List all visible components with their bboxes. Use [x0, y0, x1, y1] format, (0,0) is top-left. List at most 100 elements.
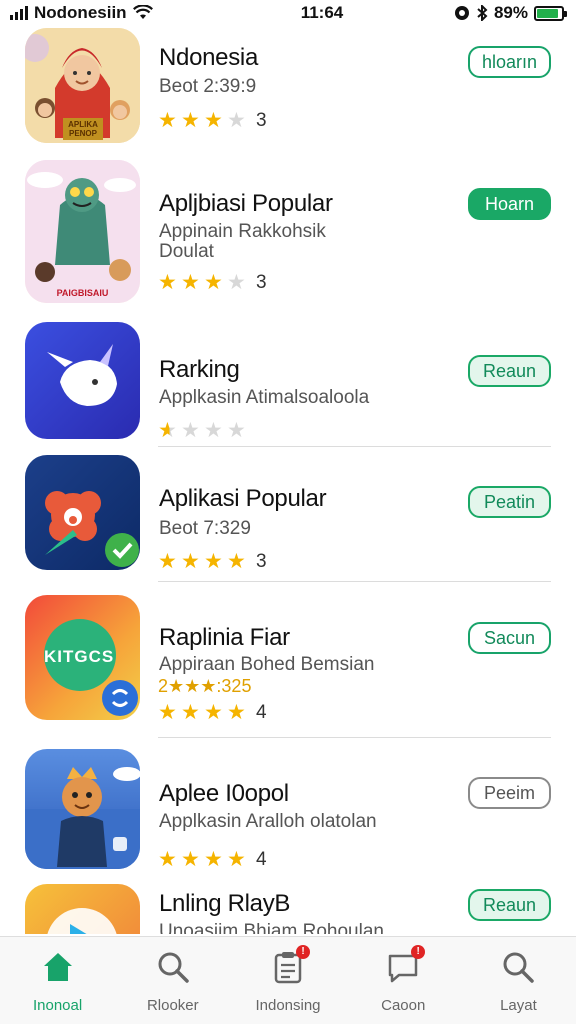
star-icon: ★ [158, 271, 177, 294]
app-rating: ★ ★ ★ ★ [158, 418, 250, 443]
app-action-button[interactable]: Sacun [468, 622, 551, 654]
star-icon: ★ [158, 418, 181, 443]
star-icon: ★ [204, 550, 223, 573]
app-subtitle: Applkasin Atimalsoaloola [159, 387, 370, 408]
star-icon: ★ [181, 701, 200, 724]
rating-count: 4 [256, 848, 267, 870]
star-icon: ★ [204, 109, 223, 132]
app-icon[interactable] [25, 749, 140, 869]
app-title: Aplee I0opol [159, 780, 289, 807]
notification-badge: ! [411, 945, 426, 959]
app-rating: ★ ★ ★ ★ 4 [158, 700, 267, 725]
app-row[interactable]: Aplikasi Popular Beot 7:329 ★ ★ ★ ★ 3 Peati… [0, 452, 576, 582]
divider [158, 446, 551, 447]
clipboard-icon: ! [268, 945, 310, 987]
status-left: Nodonesiin [10, 3, 230, 23]
app-title: Rarking [159, 356, 240, 383]
app-icon[interactable]: APLIKA PENOP [25, 28, 140, 143]
tab-search-2[interactable]: Layat [461, 937, 576, 1024]
star-icon: ★ [227, 109, 246, 132]
star-icon: ★ [158, 701, 177, 724]
icon-caption: KITGCS [44, 647, 115, 666]
unicorn-logo [47, 344, 117, 406]
app-row[interactable]: Lnling RlayB Unoasiim Bhiam Rohoulan Rea… [0, 882, 576, 934]
app-subtitle: Appinain Rakkohsik Doulat [159, 221, 326, 262]
home-icon [38, 947, 78, 987]
star-icon: ★ [227, 701, 246, 724]
app-action-button[interactable]: Peeim [468, 777, 551, 809]
tab-label: Layat [500, 997, 537, 1014]
app-action-button[interactable]: Reaun [468, 355, 551, 387]
divider [158, 737, 551, 738]
star-icon: ★ [181, 109, 200, 132]
rating-count: 3 [256, 271, 267, 293]
character-illustration [25, 767, 140, 869]
star-icon: ★ [181, 550, 200, 573]
divider [158, 581, 551, 582]
app-subtitle: Unoasiim Bhiam Rohoulan [159, 921, 384, 935]
tab-lists[interactable]: ! Indonsing [230, 937, 345, 1024]
app-icon[interactable] [25, 884, 140, 934]
app-title: Aplikasi Popular [159, 485, 327, 512]
app-title: Ndonesia [159, 44, 259, 71]
tab-label: Caoon [381, 997, 426, 1014]
app-action-button[interactable]: Reaun [468, 889, 551, 921]
app-action-button[interactable]: Peatin [468, 486, 551, 518]
app-title: Apljbiasi Popular [159, 190, 333, 217]
app-icon[interactable] [25, 455, 140, 570]
app-icon[interactable]: KITGCS [25, 595, 140, 720]
app-list[interactable]: APLIKA PENOP Ndonesia Beot 2:39:9 ★ ★ ★ ★ 3… [0, 22, 576, 934]
search-icon [153, 947, 193, 987]
app-row[interactable]: APLIKA PENOP Ndonesia Beot 2:39:9 ★ ★ ★ ★ 3… [0, 22, 576, 160]
app-subtitle: Applkasin Aralloh olatolan [159, 811, 377, 832]
flower-logo [45, 491, 139, 567]
notification-badge: ! [296, 945, 310, 959]
star-icon: ★ [227, 550, 246, 573]
tab-home[interactable]: Inonoal [0, 937, 115, 1024]
app-rating: ★ ★ ★ ★ 4 [158, 847, 267, 872]
app-rating: ★ ★ ★ ★ 3 [158, 270, 267, 295]
tab-label: Rlooker [146, 997, 199, 1014]
status-right: 89% [454, 3, 567, 23]
secondary-rating: 2★★★:325 [158, 676, 252, 696]
rating-count: 4 [256, 701, 267, 723]
rating-count: 3 [256, 550, 267, 572]
app-subtitle: Beot 7:329 [159, 518, 251, 539]
app-row[interactable]: Aplee I0opol Applkasin Aralloh olatolan … [0, 747, 576, 887]
search-icon [498, 947, 538, 987]
app-rating: ★ ★ ★ ★ 3 [158, 108, 267, 133]
app-rating: ★ ★ ★ ★ 3 [158, 549, 267, 574]
star-icon: ★ [204, 271, 223, 294]
star-icon: ★ [181, 419, 200, 442]
tab-bar: Inonoal Rlooker ! Indonsing ! Caoon Laya… [0, 936, 576, 1024]
app-row[interactable]: KITGCS Raplinia Fiar Appiraan Bohed Bems… [0, 592, 576, 742]
app-action-button[interactable]: hloarın [468, 46, 551, 78]
tab-label: Indonsing [255, 997, 321, 1014]
app-action-button[interactable]: Hoarn [468, 188, 551, 220]
signal-icon [10, 6, 28, 20]
status-time: 11:64 [300, 3, 344, 22]
star-icon: ★ [204, 701, 223, 724]
star-icon: ★ [181, 271, 200, 294]
tab-messages[interactable]: ! Caoon [346, 937, 461, 1024]
star-icon: ★ [158, 848, 177, 871]
rating-count: 3 [256, 109, 267, 131]
star-icon: ★ [158, 550, 177, 573]
carrier-name: Nodonesiin [34, 3, 127, 22]
icon-caption: PAIGBISAIU [56, 288, 109, 298]
tab-search[interactable]: Rlooker [115, 937, 230, 1024]
star-icon: ★ [181, 848, 200, 871]
character-illustration [25, 160, 140, 303]
app-row[interactable]: Rarking Applkasin Atimalsoaloola ★ ★ ★ ★ Re… [0, 322, 576, 450]
app-icon[interactable]: PAIGBISAIU [25, 160, 140, 303]
star-icon: ★ [227, 271, 246, 294]
star-icon: ★ [158, 109, 177, 132]
play-logo [47, 908, 117, 934]
star-icon: ★ [227, 419, 246, 442]
tab-label: Inonoal [32, 997, 83, 1014]
app-row[interactable]: PAIGBISAIU Apljbiasi Popular Appinain Ra… [0, 160, 576, 330]
icon-caption: APLIKA PENOP [68, 120, 98, 138]
app-icon[interactable] [25, 322, 140, 439]
message-icon: ! [383, 945, 426, 987]
location-icon [454, 6, 469, 20]
